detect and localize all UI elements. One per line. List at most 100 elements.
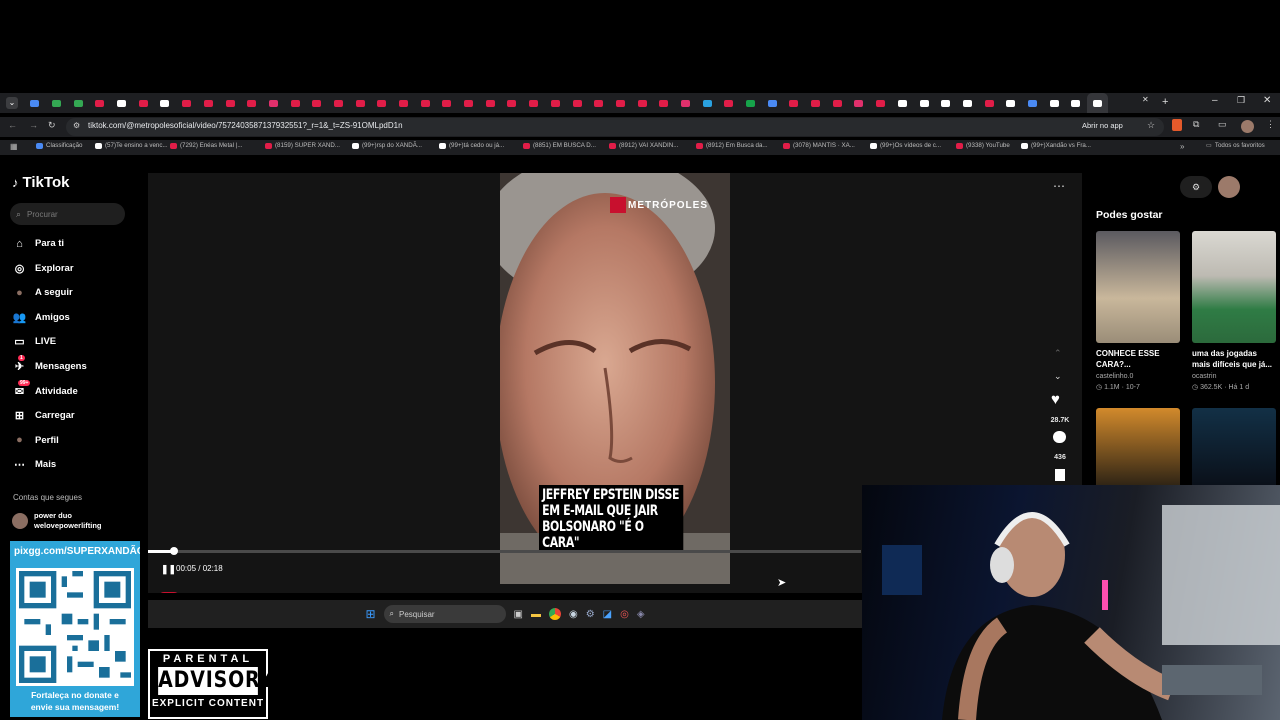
taskbar-search[interactable]: ⌕ Pesquisar <box>383 605 506 623</box>
browser-tab[interactable] <box>111 93 133 113</box>
like-icon[interactable]: ♥ <box>1051 391 1060 408</box>
sidebar-item-explorar[interactable]: ◎ Explorar <box>12 261 74 276</box>
browser-tab[interactable] <box>826 93 848 113</box>
browser-tab[interactable] <box>523 93 545 113</box>
browser-tab[interactable] <box>957 93 979 113</box>
bookmark-item[interactable]: (9338) YouTube <box>956 142 1010 149</box>
maximize-button[interactable]: ❐ <box>1237 95 1245 106</box>
close-window-button[interactable]: ✕ <box>1263 95 1271 106</box>
browser-tab[interactable] <box>263 93 285 113</box>
browser-tab[interactable] <box>176 93 198 113</box>
browser-tab[interactable] <box>198 93 220 113</box>
bookmark-icon[interactable] <box>1055 469 1065 481</box>
profile-avatar[interactable] <box>1241 120 1254 133</box>
file-explorer-icon[interactable]: ▬ <box>531 609 541 620</box>
browser-tab[interactable] <box>328 93 350 113</box>
tab-search-icon[interactable]: ⌄ <box>6 97 18 109</box>
browser-tab[interactable] <box>436 93 458 113</box>
browser-tab[interactable] <box>805 93 827 113</box>
browser-tab[interactable] <box>1065 93 1087 113</box>
sidebar-item-amigos[interactable]: 👥 Amigos <box>12 310 70 325</box>
reload-icon[interactable]: ↻ <box>48 120 56 131</box>
browser-tab[interactable] <box>46 93 68 113</box>
steam-icon[interactable]: ◉ <box>569 609 578 620</box>
next-video-icon[interactable]: ⌄ <box>1054 371 1062 382</box>
browser-tab[interactable] <box>132 93 154 113</box>
browser-tab[interactable] <box>219 93 241 113</box>
rec-thumbnail[interactable] <box>1192 408 1276 488</box>
settings-app-icon[interactable]: ⚙ <box>586 609 595 620</box>
browser-tab[interactable] <box>740 93 762 113</box>
browser-tab[interactable] <box>89 93 111 113</box>
bookmark-star-icon[interactable]: ☆ <box>1147 120 1155 131</box>
more-bookmarks-icon[interactable]: » <box>1180 142 1184 151</box>
bookmark-item[interactable]: (8851) EM BUSCA D... <box>523 142 596 149</box>
browser-tab[interactable] <box>761 93 783 113</box>
browser-tab[interactable] <box>1086 93 1109 113</box>
browser-tab[interactable] <box>501 93 523 113</box>
tiktok-logo[interactable]: ♪ TikTok <box>12 174 69 191</box>
browser-tab[interactable] <box>848 93 870 113</box>
bookmark-item[interactable]: (99+)tá cedo ou já... <box>439 142 504 149</box>
browser-tab[interactable] <box>675 93 697 113</box>
rec-card[interactable]: CONHECE ESSE CARA?... castelinho.0 ◷ 1.1… <box>1096 231 1180 391</box>
settings-icon[interactable]: ⚙ <box>1180 176 1212 198</box>
sidebar-item-mensagens[interactable]: ✈ 1 Mensagens <box>12 355 87 374</box>
apps-grid-icon[interactable]: ▦ <box>10 142 18 151</box>
browser-tab[interactable] <box>24 93 46 113</box>
all-bookmarks[interactable]: ▭ Todos os favoritos <box>1206 142 1265 149</box>
sidebar-item-para-ti[interactable]: ⌂ Para ti <box>12 236 64 251</box>
rec-card[interactable]: uma das jogadas mais difíceis que já... … <box>1192 231 1276 391</box>
browser-tab[interactable] <box>588 93 610 113</box>
sidebar-item-perfil[interactable]: ● Perfil <box>12 433 59 448</box>
browser-tab[interactable] <box>566 93 588 113</box>
app-icon[interactable]: ◈ <box>637 609 645 620</box>
browser-tab[interactable] <box>284 93 306 113</box>
browser-tab[interactable] <box>696 93 718 113</box>
bookmark-item[interactable]: (99+)Xandão vs Fra... <box>1021 142 1091 149</box>
browser-tab[interactable] <box>393 93 415 113</box>
rec-thumbnail[interactable] <box>1096 408 1180 488</box>
browser-tab[interactable] <box>783 93 805 113</box>
browser-tab[interactable] <box>631 93 653 113</box>
windows-start-icon[interactable]: ⊞ <box>365 607 375 621</box>
new-tab-button[interactable]: + <box>1162 96 1168 108</box>
following-account[interactable]: power duo welovepowerlifting <box>12 511 102 531</box>
browser-menu-icon[interactable]: ⋮ <box>1266 119 1275 130</box>
user-avatar[interactable] <box>1218 176 1240 198</box>
comment-icon[interactable] <box>1053 431 1066 443</box>
browser-tab[interactable] <box>718 93 740 113</box>
bookmark-item[interactable]: (7292) Enéas Metal |... <box>170 142 242 149</box>
bookmark-item[interactable]: (57)Te ensino a venc... <box>95 142 168 149</box>
bookmark-item[interactable]: (99+)rsp do XANDÃ... <box>352 142 422 149</box>
back-icon[interactable]: ← <box>8 120 17 130</box>
browser-tab[interactable] <box>414 93 436 113</box>
bookmark-item[interactable]: Classificação <box>36 142 82 149</box>
site-info-icon[interactable]: ⚙ <box>73 121 80 130</box>
browser-tab[interactable] <box>913 93 935 113</box>
browser-tab[interactable] <box>241 93 263 113</box>
browser-tab[interactable] <box>653 93 675 113</box>
browser-tab[interactable] <box>870 93 892 113</box>
bookmark-item[interactable]: (8912) VAI XANDIN... <box>609 142 678 149</box>
sidebar-item-mais[interactable]: ⋯ Mais <box>12 457 56 472</box>
bookmark-item[interactable]: (8912) Em Busca da... <box>696 142 768 149</box>
minimize-button[interactable]: – <box>1212 95 1218 106</box>
sidebar-item-atividade[interactable]: ✉ 99+ Atividade <box>12 379 78 399</box>
sidebar-item-a-seguir[interactable]: ● A seguir <box>12 285 73 300</box>
photos-icon[interactable]: ◪ <box>603 609 612 620</box>
browser-tab[interactable] <box>67 93 89 113</box>
sidebar-item-carregar[interactable]: ⊞ Carregar <box>12 408 75 423</box>
pause-icon[interactable]: ❚❚ <box>161 564 176 575</box>
bookmark-item[interactable]: (8159) SUPER XAND... <box>265 142 340 149</box>
browser-tab[interactable] <box>479 93 501 113</box>
browser-tab[interactable] <box>935 93 957 113</box>
progress-track[interactable] <box>148 550 861 553</box>
rec-thumbnail[interactable] <box>1096 231 1180 343</box>
prev-video-icon[interactable]: ⌃ <box>1054 348 1062 359</box>
obs-icon[interactable]: ◎ <box>620 609 629 620</box>
forward-icon[interactable]: → <box>29 120 38 130</box>
browser-tab[interactable] <box>545 93 567 113</box>
bookmark-item[interactable]: (3078) MANTIS · XA... <box>783 142 855 149</box>
search-input[interactable]: ⌕ Procurar <box>10 203 125 225</box>
